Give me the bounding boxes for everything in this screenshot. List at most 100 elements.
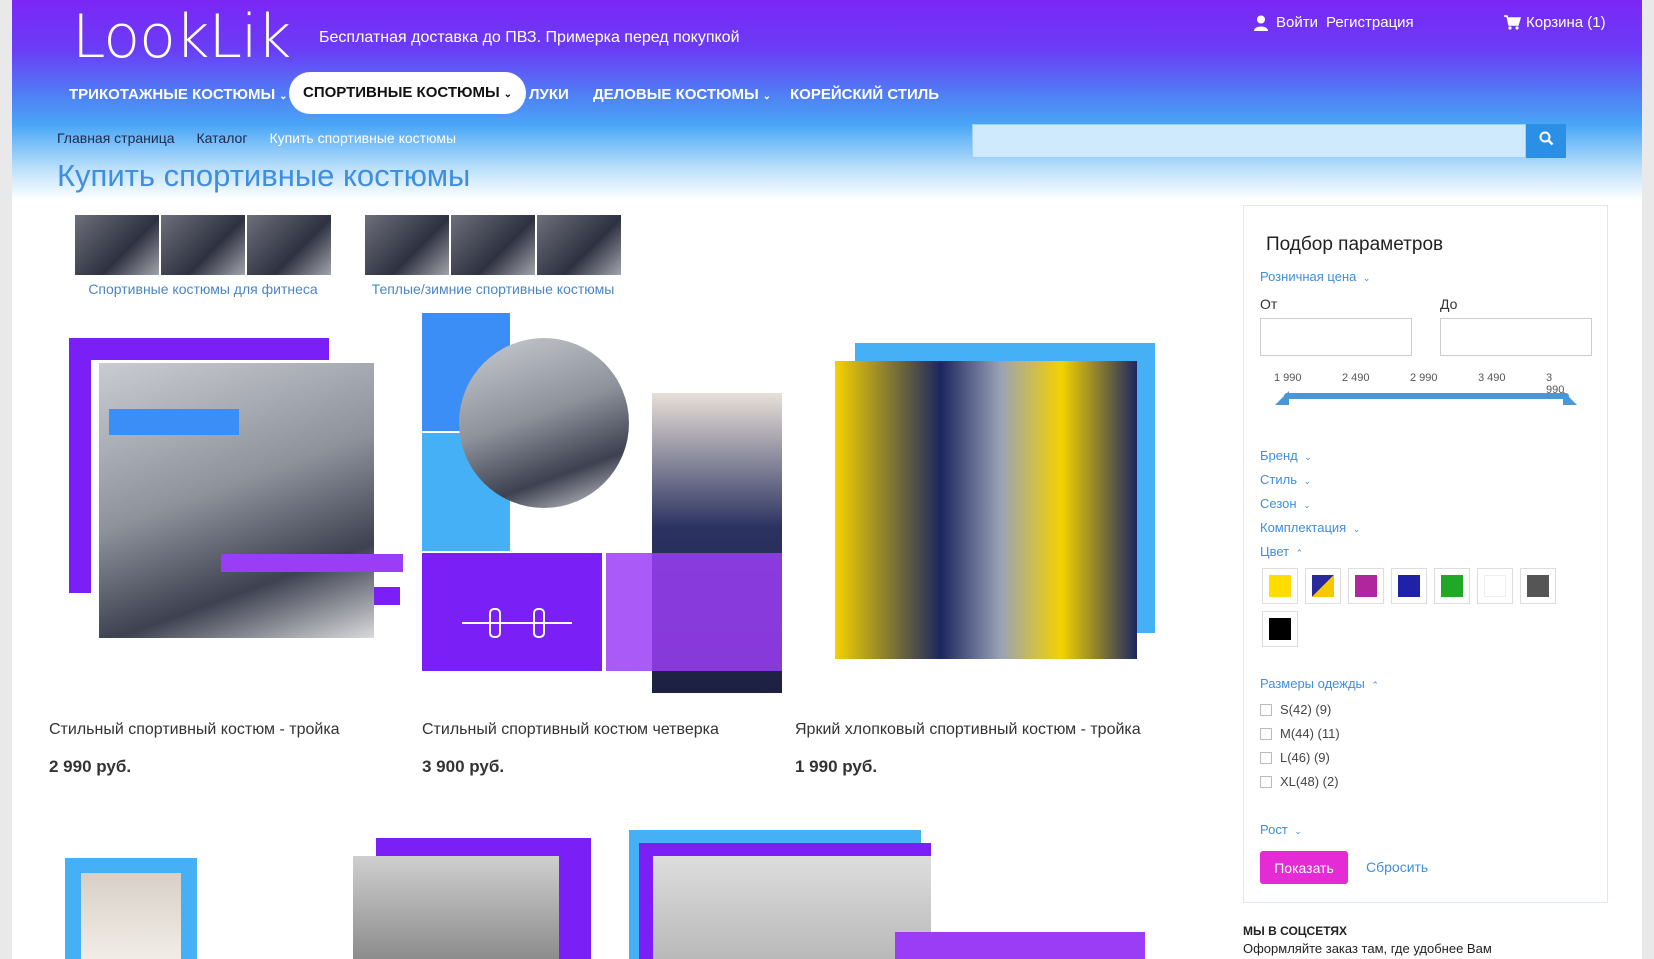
- color-swatch-blue[interactable]: [1391, 568, 1427, 604]
- swatch-fill: [1269, 575, 1291, 597]
- size-label: S(42) (9): [1280, 702, 1332, 717]
- product-title[interactable]: Яркий хлопковый спортивный костюм - трой…: [795, 721, 1141, 739]
- nav-business-suits-label: ДЕЛОВЫЕ КОСТЮМЫ: [593, 86, 759, 103]
- product-image[interactable]: [49, 323, 409, 713]
- product-title[interactable]: Стильный спортивный костюм четверка: [422, 721, 719, 739]
- subcategory-fitness[interactable]: Спортивные костюмы для фитнеса: [75, 215, 331, 297]
- checkbox[interactable]: [1260, 775, 1272, 788]
- page: LookLik Бесплатная доставка до ПВЗ. Прим…: [12, 0, 1642, 959]
- search-button[interactable]: [1526, 124, 1566, 158]
- decor-block: [895, 932, 1145, 959]
- site-logo[interactable]: LookLik: [72, 2, 291, 72]
- chevron-down-icon: ⌄: [1350, 524, 1361, 534]
- checkbox[interactable]: [1260, 703, 1272, 716]
- main-nav: ТРИКОТАЖНЫЕ КОСТЮМЫ ⌄ СПОРТИВНЫЕ КОСТЮМЫ ⌄…: [12, 72, 1112, 116]
- decor-block: [69, 338, 329, 360]
- chevron-up-icon: ⌃: [1293, 548, 1304, 558]
- user-icon: [1254, 15, 1268, 31]
- filter-brand-label: Бренд: [1260, 448, 1298, 463]
- product-image[interactable]: [422, 313, 782, 713]
- slider-handle-min[interactable]: [1275, 391, 1289, 405]
- subcategory-winter[interactable]: Теплые/зимние спортивные костюмы: [365, 215, 621, 297]
- chevron-down-icon: ⌄: [503, 89, 513, 100]
- decor-block: [109, 409, 239, 435]
- color-swatch-magenta[interactable]: [1348, 568, 1384, 604]
- product-card[interactable]: Яркий хлопковый спортивный костюм - трой…: [795, 323, 1155, 776]
- product-photo: [653, 856, 931, 959]
- filter-brand-toggle[interactable]: Бренд ⌄: [1260, 448, 1312, 463]
- size-checkbox-xl[interactable]: XL(48) (2): [1260, 774, 1339, 789]
- swatch-fill: [1441, 575, 1463, 597]
- page-title: Купить спортивные костюмы: [57, 158, 471, 193]
- breadcrumb-home[interactable]: Главная страница: [57, 130, 175, 146]
- checkbox[interactable]: [1260, 751, 1272, 764]
- size-checkbox-m[interactable]: M(44) (11): [1260, 726, 1340, 741]
- price-to-label: До: [1440, 296, 1458, 312]
- price-from-input[interactable]: [1260, 318, 1412, 356]
- product-title[interactable]: Стильный спортивный костюм - тройка: [49, 721, 340, 739]
- price-to-input[interactable]: [1440, 318, 1592, 356]
- search-input[interactable]: [972, 124, 1526, 158]
- product-card[interactable]: Стильный спортивный костюм - тройка 2 99…: [49, 323, 409, 776]
- filter-sizes-toggle[interactable]: Размеры одежды ⌃: [1260, 676, 1379, 691]
- checkbox[interactable]: [1260, 727, 1272, 740]
- show-button[interactable]: Показать: [1260, 851, 1348, 884]
- filter-color-toggle[interactable]: Цвет ⌃: [1260, 544, 1303, 559]
- cart-link[interactable]: Корзина (1): [1504, 14, 1606, 31]
- nav-looks[interactable]: ЛУКИ: [529, 86, 569, 103]
- social-heading: МЫ В СОЦСЕТЯХ: [1243, 924, 1348, 938]
- reset-link[interactable]: Сбросить: [1366, 859, 1428, 875]
- filter-panel: Подбор параметров Розничная цена ⌄ От До…: [1243, 205, 1608, 903]
- color-swatch-navy-yellow[interactable]: [1305, 568, 1341, 604]
- price-tick: 2 990: [1410, 372, 1438, 384]
- size-checkbox-s[interactable]: S(42) (9): [1260, 702, 1331, 717]
- product-photo: [81, 873, 181, 959]
- product-image[interactable]: [795, 323, 1155, 713]
- swatch-fill: [1269, 618, 1291, 640]
- product-price: 3 900 руб.: [422, 757, 505, 776]
- price-tick: 1 990: [1274, 372, 1302, 384]
- color-swatch-white[interactable]: [1477, 568, 1513, 604]
- color-swatch-gray[interactable]: [1520, 568, 1556, 604]
- nav-looks-label: ЛУКИ: [529, 86, 569, 103]
- nav-sport-suits[interactable]: СПОРТИВНЫЕ КОСТЮМЫ ⌄: [289, 72, 527, 114]
- size-checkbox-l[interactable]: L(46) (9): [1260, 750, 1330, 765]
- filter-height-toggle[interactable]: Рост ⌄: [1260, 822, 1302, 837]
- login-link[interactable]: Войти: [1276, 14, 1318, 31]
- product-card[interactable]: Стильный спортивный костюм четверка 3 90…: [422, 313, 782, 776]
- filter-price-toggle[interactable]: Розничная цена ⌄: [1260, 269, 1370, 284]
- filter-height-label: Рост: [1260, 822, 1288, 837]
- chevron-down-icon: ⌄: [1291, 826, 1302, 836]
- slider-handle-max[interactable]: [1563, 391, 1577, 405]
- register-link[interactable]: Регистрация: [1326, 14, 1414, 31]
- filter-style-toggle[interactable]: Стиль ⌄: [1260, 472, 1311, 487]
- search-bar: [972, 124, 1566, 158]
- nav-business-suits[interactable]: ДЕЛОВЫЕ КОСТЮМЫ ⌄: [593, 86, 771, 103]
- nav-knit-suits[interactable]: ТРИКОТАЖНЫЕ КОСТЮМЫ ⌄: [69, 86, 288, 103]
- breadcrumb-catalog[interactable]: Каталог: [197, 130, 248, 146]
- thumbnail: [365, 215, 449, 275]
- product-price: 1 990 руб.: [795, 757, 878, 776]
- subcategory-label: Спортивные костюмы для фитнеса: [88, 281, 318, 297]
- filter-set-toggle[interactable]: Комплектация ⌄: [1260, 520, 1360, 535]
- delivery-tagline: Бесплатная доставка до ПВЗ. Примерка пер…: [319, 29, 740, 46]
- filter-season-toggle[interactable]: Сезон ⌄: [1260, 496, 1311, 511]
- price-slider-track[interactable]: [1284, 393, 1569, 399]
- filter-sizes-label: Размеры одежды: [1260, 676, 1365, 691]
- nav-korean-style[interactable]: КОРЕЙСКИЙ СТИЛЬ: [790, 86, 939, 103]
- price-tick: 3 490: [1478, 372, 1506, 384]
- breadcrumb-current: Купить спортивные костюмы: [269, 130, 457, 146]
- price-tick: 2 490: [1342, 372, 1370, 384]
- decor-block: [374, 587, 400, 605]
- color-swatch-yellow[interactable]: [1262, 568, 1298, 604]
- filter-title: Подбор параметров: [1266, 234, 1444, 255]
- color-swatch-green[interactable]: [1434, 568, 1470, 604]
- swatch-fill: [1355, 575, 1377, 597]
- color-swatch-black[interactable]: [1262, 611, 1298, 647]
- chevron-down-icon: ⌄: [1360, 273, 1371, 283]
- subcategory-thumbnails: [365, 215, 621, 275]
- product-photo: [353, 856, 559, 959]
- nav-knit-suits-label: ТРИКОТАЖНЫЕ КОСТЮМЫ: [69, 86, 276, 103]
- nav-korean-style-label: КОРЕЙСКИЙ СТИЛЬ: [790, 86, 940, 103]
- chevron-down-icon: ⌄: [762, 91, 772, 102]
